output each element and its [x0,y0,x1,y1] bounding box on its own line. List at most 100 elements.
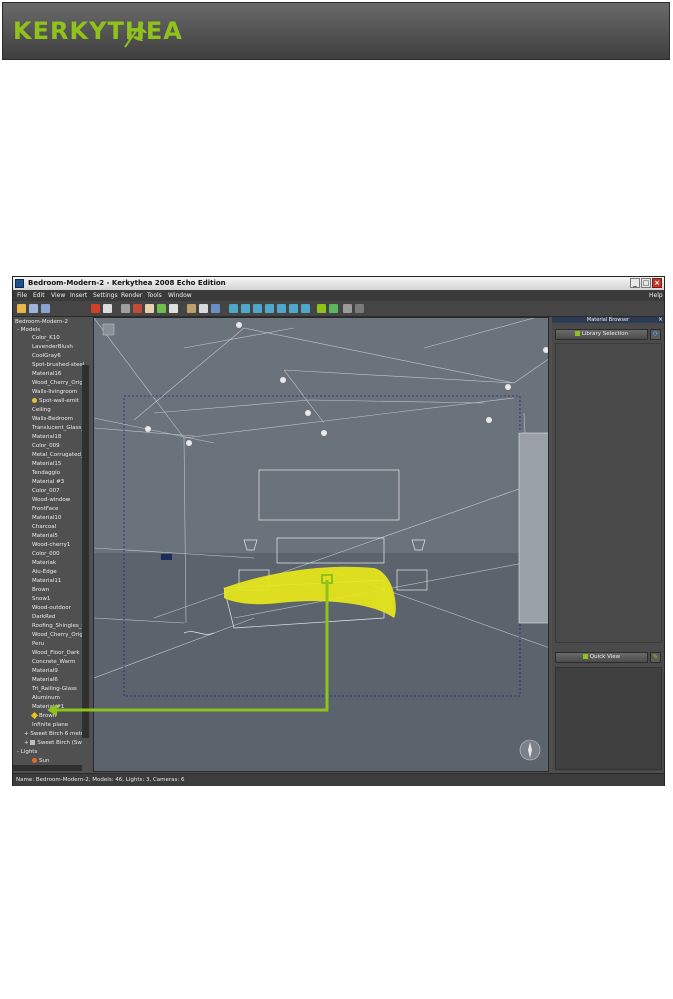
tree-model-item[interactable]: Tendaggio [32,469,60,477]
status-text: Name: Bedroom-Modern-2, Models: 46, Ligh… [16,777,185,783]
menu-edit[interactable]: Edit [33,292,45,299]
quick-view-button[interactable]: Quick View [555,652,648,663]
tree-model-item[interactable]: Roofing_Shingles_G [32,622,86,630]
leaf-icon [124,22,147,48]
tree-model-item[interactable]: Color_009 [32,442,60,450]
pointer-icon[interactable] [121,304,130,313]
tree-model-item[interactable]: Spot-brushed-steel [32,361,84,369]
tree-model-item[interactable]: Concrete_Warm [32,658,76,666]
tree-model-item[interactable]: Material16 [32,370,61,378]
tree-model-item[interactable]: Alu-Edge [32,568,57,576]
close-button[interactable]: × [652,278,662,288]
tree-model-item[interactable]: Wood-cherry1 [32,541,70,549]
tree-model-item[interactable]: Brown [32,586,49,594]
save-as-icon[interactable] [41,304,50,313]
refresh-icon[interactable]: ⟳ [650,329,661,340]
tree-model-item[interactable]: Peru [32,640,44,648]
tree-model-item[interactable]: Color_000 [32,550,60,558]
quick-view-label: Quick View [589,654,621,660]
kerkythea-banner: KERKYTHEA [2,2,670,60]
menu-window[interactable]: Window [168,292,192,299]
panel-close-icon[interactable]: × [658,317,664,323]
material-list-area[interactable] [555,343,662,643]
tree-item-label: Sweet Birch (Sw [37,740,82,746]
camera-icon[interactable] [211,304,220,313]
tree-models-group[interactable]: - Models [17,326,40,334]
tree-model-item[interactable]: DarkRed [32,613,56,621]
tree-model-item[interactable]: Material #3 [32,478,64,486]
tree-model-item[interactable]: Color_007 [32,487,60,495]
tree-model-item[interactable]: Metal_Corrugated_S [32,451,87,459]
tree-model-item[interactable]: Material11 [32,577,61,585]
tree-model-item[interactable]: Snow1 [32,595,50,603]
tree-model-item[interactable]: Walls-Bedroom [32,415,73,423]
tree-model-item[interactable]: Translucent_Glass_ [32,424,84,432]
tree-model-item[interactable]: Materiak [32,559,56,567]
tree-model-item[interactable]: Aluminum [32,694,60,702]
kerkythea-logo: KERKYTHEA [13,17,183,45]
paint-icon[interactable] [343,304,352,313]
tree-model-item[interactable]: Charcoal [32,523,56,531]
target-icon[interactable] [133,304,142,313]
tree-model-item[interactable]: Ceiling [32,406,51,414]
view-back-icon[interactable] [277,304,286,313]
quick-view-go-icon[interactable]: ✎ [650,652,661,663]
select-icon[interactable] [103,304,112,313]
tree-model-item[interactable]: Material9 [32,667,58,675]
tree-model-item[interactable]: Wood_Cherry_Origi [32,631,84,639]
tree-model-item[interactable]: Wood-window [32,496,70,504]
view-side-icon[interactable] [253,304,262,313]
lights-icon[interactable] [199,304,208,313]
material-editor-icon[interactable] [317,304,326,313]
tree-model-item[interactable]: Material15 [32,460,61,468]
minimize-button[interactable]: _ [630,278,640,288]
view-top-icon[interactable] [265,304,274,313]
tree-model-item[interactable]: Spot-wall-emit [32,397,79,405]
view-front-icon[interactable] [241,304,250,313]
menu-render[interactable]: Render [121,292,142,299]
orbit-icon[interactable] [157,304,166,313]
menu-tools[interactable]: Tools [147,292,162,299]
menu-view[interactable]: View [51,292,65,299]
zoom-icon[interactable] [169,304,178,313]
tree-model-item[interactable]: Material10 [32,514,61,522]
view-cube-icon[interactable] [229,304,238,313]
tree-model-item[interactable]: LavenderBlush [32,343,73,351]
tree-model-item[interactable]: Wood_Floor_Dark [32,649,80,657]
star-icon [30,711,39,720]
render-icon[interactable] [91,304,100,313]
tree-model-item[interactable]: FrontFace [32,505,58,513]
tree-sweet-birch-1[interactable]: + Sweet Birch 6 meter [24,730,87,738]
tree-model-item[interactable]: Material5 [32,532,58,540]
menu-file[interactable]: File [17,292,27,299]
tree-sweet-birch-2[interactable]: + Sweet Birch (Sw [24,739,82,747]
tree-model-item[interactable]: Tri_Railing-Glass [32,685,77,693]
tree-horizontal-scrollbar[interactable] [13,765,82,771]
menu-insert[interactable]: Insert [70,292,87,299]
apply-material-icon[interactable] [329,304,338,313]
view-perspective-icon[interactable] [301,304,310,313]
tree-model-item[interactable]: CoolGray6 [32,352,61,360]
view-bottom-icon[interactable] [289,304,298,313]
menu-help[interactable]: Help [649,292,663,299]
tree-infinite-plane[interactable]: Infinite plane [32,721,68,729]
tree-model-item[interactable]: Color_K10 [32,334,60,342]
menu-settings[interactable]: Settings [93,292,118,299]
open-folder-icon[interactable] [17,304,26,313]
tree-lights-group[interactable]: - Lights [17,748,37,756]
tree-model-item[interactable]: Wood-outdoor [32,604,71,612]
tree-model-item[interactable]: Wood_Cherry_Origi [32,379,84,387]
tree-model-item[interactable]: Material18 [32,433,61,441]
tree-model-item[interactable]: Walls-livingroom [32,388,77,396]
tree-light-sun[interactable]: Sun [32,757,49,765]
save-icon[interactable] [29,304,38,313]
tree-root[interactable]: Bedroom-Modern-2 [15,318,68,326]
3d-viewport[interactable] [93,317,549,772]
tree-model-item[interactable]: Material6 [32,676,58,684]
tree-vertical-scrollbar[interactable] [82,365,89,738]
library-selection-button[interactable]: Library Selection [555,329,648,340]
maximize-button[interactable]: □ [641,278,651,288]
home-icon[interactable] [187,304,196,313]
hand-pan-icon[interactable] [145,304,154,313]
settings-icon[interactable] [355,304,364,313]
